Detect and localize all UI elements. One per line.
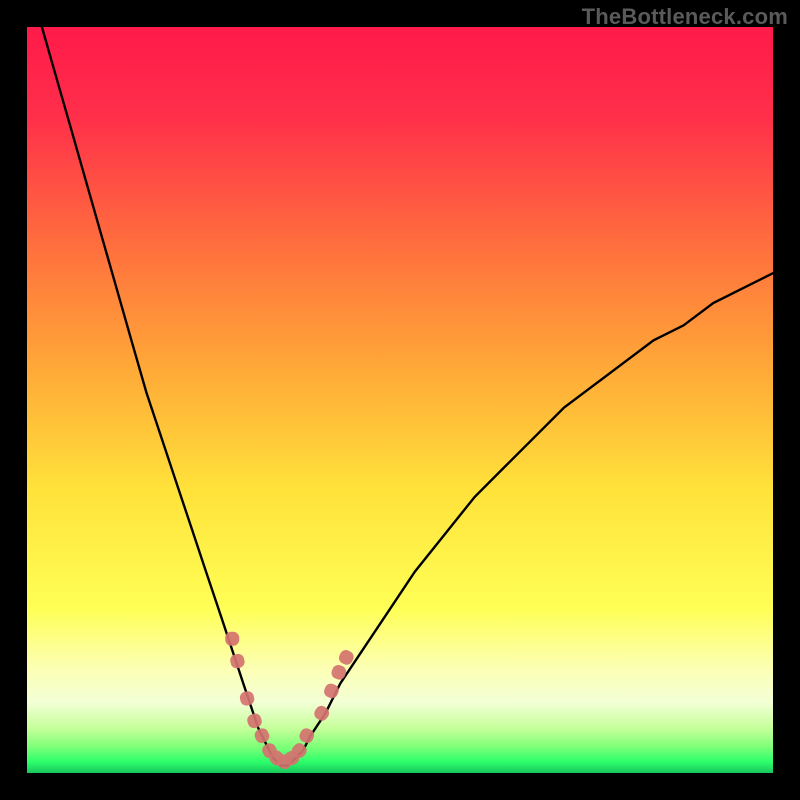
curve-marker [225,632,239,646]
bottleneck-chart [0,0,800,800]
plot-background [27,27,773,773]
chart-frame: TheBottleneck.com [0,0,800,800]
